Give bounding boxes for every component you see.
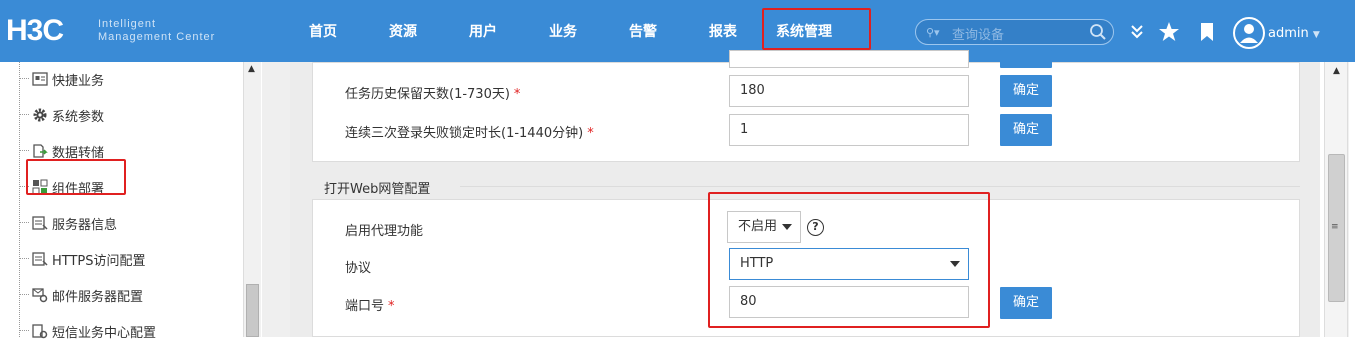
- sidebar-item-mail-server-config[interactable]: 邮件服务器配置: [19, 283, 239, 307]
- user-silhouette-icon: [1240, 24, 1258, 43]
- login-lock-label-text: 连续三次登录失败锁定时长(1-1440分钟): [345, 126, 584, 141]
- required-mark: *: [388, 299, 395, 314]
- username: admin: [1268, 26, 1309, 41]
- previous-confirm-button[interactable]: [1000, 50, 1052, 68]
- port-label-text: 端口号: [345, 299, 385, 314]
- mail-server-icon: [32, 288, 48, 303]
- nav-alarms[interactable]: 告警: [629, 0, 657, 62]
- tree-tick: [19, 330, 29, 331]
- port-confirm-button[interactable]: 确定: [1000, 287, 1052, 319]
- h3c-logo[interactable]: H3C Intelligent Management Center: [6, 16, 226, 46]
- login-lock-confirm-button[interactable]: 确定: [1000, 114, 1052, 146]
- scroll-up-arrow-icon[interactable]: ▲: [1333, 66, 1340, 76]
- device-search[interactable]: ⚲▾ 查询设备: [915, 19, 1114, 45]
- star-icon[interactable]: [1158, 21, 1180, 43]
- gear-icon: [33, 108, 47, 122]
- search-input[interactable]: 查询设备: [952, 24, 1004, 43]
- sidebar-scrollbar[interactable]: ▲: [243, 62, 261, 337]
- nav-home[interactable]: 首页: [309, 0, 337, 62]
- task-history-label-text: 任务历史保留天数(1-730天): [345, 87, 510, 102]
- tree-tick: [19, 222, 29, 223]
- tree-tick: [19, 294, 29, 295]
- previous-field-input[interactable]: [729, 50, 969, 68]
- bookmark-icon[interactable]: [1196, 21, 1218, 43]
- tree-tick: [19, 258, 29, 259]
- section-title: 打开Web网管配置: [324, 182, 431, 197]
- form-highlight-box: [708, 192, 990, 328]
- sidebar-item-shortcut-services[interactable]: 快捷业务: [19, 67, 239, 91]
- main-scrollbar[interactable]: ▲ ≡: [1324, 62, 1355, 337]
- tree-tick: [19, 78, 29, 79]
- sidebar: 快捷业务 系统参数 数据转储 组件部署 服务器信息 HTTPS访问配置 邮件服务…: [0, 62, 262, 341]
- nav-users[interactable]: 用户: [469, 0, 497, 62]
- nav-services[interactable]: 业务: [549, 0, 577, 62]
- sidebar-item-label: 服务器信息: [52, 218, 118, 233]
- sidebar-item-https-config[interactable]: HTTPS访问配置: [19, 247, 239, 271]
- scroll-up-arrow-icon[interactable]: ▲: [248, 64, 255, 74]
- login-lock-label: 连续三次登录失败锁定时长(1-1440分钟) *: [345, 122, 594, 141]
- sidebar-item-system-parameters[interactable]: 系统参数: [19, 103, 239, 127]
- chevron-down-icon: ▼: [1312, 30, 1320, 40]
- sidebar-item-label: 短信业务中心配置: [52, 326, 157, 341]
- logo-text: H3C: [6, 14, 64, 47]
- tree-tick: [19, 114, 29, 115]
- sidebar-item-sms-center-config[interactable]: 短信业务中心配置: [19, 319, 239, 343]
- top-navigation-bar: H3C Intelligent Management Center 首页 资源 …: [0, 0, 1355, 62]
- window-edge: [1349, 62, 1355, 337]
- content-gutter: [262, 62, 290, 337]
- required-mark: *: [587, 126, 594, 141]
- search-icon[interactable]: [1089, 23, 1107, 41]
- task-history-confirm-button[interactable]: 确定: [1000, 75, 1052, 107]
- task-history-label: 任务历史保留天数(1-730天) *: [345, 83, 520, 102]
- https-config-icon: [32, 252, 48, 266]
- nav-resources[interactable]: 资源: [389, 0, 417, 62]
- section-divider: [460, 186, 1300, 187]
- logo-subtitle-line1: Intelligent: [98, 18, 157, 30]
- server-info-icon: [32, 216, 48, 230]
- double-chevron-down-icon[interactable]: [1126, 21, 1148, 43]
- search-scope-dropdown-icon[interactable]: ⚲▾: [926, 26, 940, 39]
- sidebar-item-label: 快捷业务: [52, 74, 105, 89]
- sidebar-item-label: 系统参数: [52, 110, 105, 125]
- task-history-days-input[interactable]: 180: [729, 75, 969, 107]
- data-dump-icon: [33, 144, 48, 158]
- proxy-label: 启用代理功能: [345, 224, 424, 239]
- required-mark: *: [513, 87, 521, 102]
- user-avatar-icon[interactable]: [1233, 17, 1265, 49]
- logo-subtitle: Intelligent Management Center: [98, 18, 215, 44]
- login-lock-duration-input[interactable]: 1: [729, 114, 969, 146]
- protocol-label: 协议: [345, 261, 372, 276]
- port-label: 端口号 *: [345, 295, 395, 314]
- sidebar-scroll-thumb[interactable]: [246, 284, 259, 337]
- scroll-grip-icon: ≡: [1331, 222, 1339, 232]
- sidebar-item-server-info[interactable]: 服务器信息: [19, 211, 239, 235]
- sidebar-item-label: 邮件服务器配置: [52, 290, 144, 305]
- nav-highlight-box: [762, 8, 871, 50]
- sidebar-highlight-box: [26, 159, 126, 195]
- logo-subtitle-line2: Management Center: [98, 31, 216, 43]
- shortcut-icon: [32, 72, 48, 86]
- user-menu[interactable]: admin ▼: [1268, 26, 1320, 41]
- sidebar-item-label: HTTPS访问配置: [52, 254, 146, 269]
- tree-tick: [19, 150, 29, 151]
